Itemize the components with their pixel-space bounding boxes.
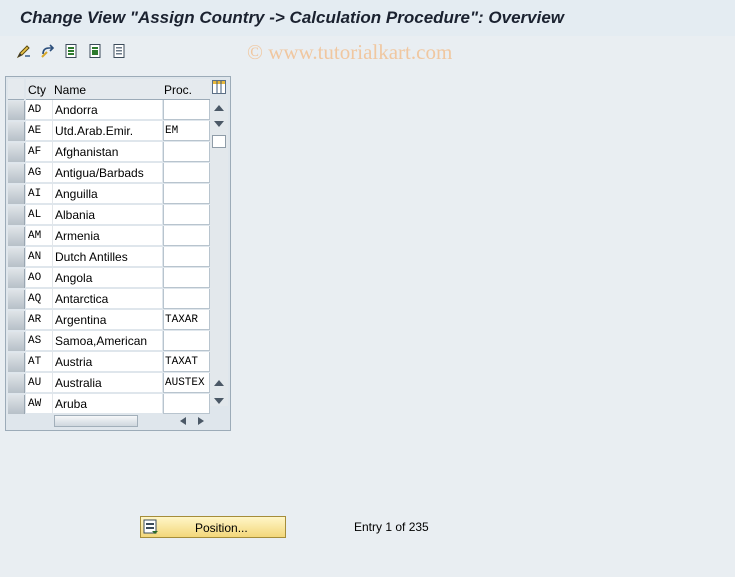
row-selector[interactable]	[8, 353, 25, 372]
scroll-down-icon[interactable]	[214, 121, 224, 127]
cell-cty: AD	[26, 100, 52, 120]
column-header-cty[interactable]: Cty	[26, 79, 52, 100]
cell-proc-input[interactable]	[163, 100, 210, 120]
row-selector[interactable]	[8, 185, 25, 204]
page-title: Change View "Assign Country -> Calculati…	[20, 8, 565, 27]
deselect-all-icon[interactable]	[111, 42, 129, 60]
cell-cty: AQ	[26, 289, 52, 309]
row-selector[interactable]	[8, 248, 25, 267]
cell-proc-input[interactable]: AUSTEX	[163, 373, 210, 393]
cell-name: Samoa,American	[52, 331, 162, 351]
row-selector[interactable]	[8, 269, 25, 288]
select-block-icon[interactable]	[87, 42, 105, 60]
cell-name: Andorra	[52, 100, 162, 120]
cell-name: Albania	[52, 205, 162, 225]
cell-name: Utd.Arab.Emir.	[52, 121, 162, 141]
entry-counter: Entry 1 of 235	[354, 520, 429, 534]
scroll-right-icon[interactable]	[198, 417, 204, 425]
select-all-rows-header[interactable]	[8, 79, 24, 100]
cell-name: Australia	[52, 373, 162, 393]
page-up-icon[interactable]	[214, 380, 224, 386]
cell-proc-input[interactable]	[163, 289, 210, 309]
cell-cty: AM	[26, 226, 52, 246]
edit-pencil-icon[interactable]	[15, 42, 33, 60]
row-selector[interactable]	[8, 374, 25, 393]
cell-proc-input[interactable]	[163, 247, 210, 267]
cell-proc-input[interactable]	[163, 268, 210, 288]
row-selector[interactable]	[8, 164, 25, 183]
table-body: AD Andorra AE Utd.Arab.Emir. EM AF Afgha…	[6, 100, 210, 414]
row-selector[interactable]	[8, 143, 25, 162]
row-selector[interactable]	[8, 122, 25, 141]
cell-cty: AO	[26, 268, 52, 288]
cell-cty: AI	[26, 184, 52, 204]
cell-proc-input[interactable]	[163, 184, 210, 204]
cell-proc-input[interactable]: EM	[163, 121, 210, 141]
cell-cty: AT	[26, 352, 52, 372]
cell-name: Austria	[52, 352, 162, 372]
column-header-cty-label: Cty	[28, 83, 46, 97]
horizontal-scroll-thumb[interactable]	[54, 415, 138, 427]
row-selector[interactable]	[8, 395, 25, 414]
row-selector[interactable]	[8, 206, 25, 225]
column-header-name[interactable]: Name	[52, 79, 162, 100]
column-header-name-label: Name	[54, 83, 87, 97]
cell-proc-input[interactable]	[163, 331, 210, 351]
position-button-label: Position...	[195, 521, 248, 535]
table-settings-icon[interactable]	[212, 80, 226, 94]
country-procedure-table: Cty Name Proc. AD Andorra AE Utd.Arab.Em…	[5, 76, 231, 431]
vertical-scrollbar[interactable]	[210, 100, 228, 406]
position-button[interactable]: Position...	[140, 516, 286, 538]
scroll-left-icon[interactable]	[180, 417, 186, 425]
page-down-icon[interactable]	[214, 398, 224, 404]
cell-name: Afghanistan	[52, 142, 162, 162]
cell-proc-input[interactable]	[163, 163, 210, 183]
cell-cty: AU	[26, 373, 52, 393]
scroll-thumb[interactable]	[212, 135, 226, 148]
cell-cty: AR	[26, 310, 52, 330]
position-icon	[143, 519, 159, 535]
cell-cty: AN	[26, 247, 52, 267]
horizontal-scrollbar[interactable]	[52, 413, 212, 429]
cell-cty: AS	[26, 331, 52, 351]
cell-name: Antigua/Barbads	[52, 163, 162, 183]
cell-proc-input[interactable]	[163, 226, 210, 246]
row-selector[interactable]	[8, 290, 25, 309]
cell-name: Antarctica	[52, 289, 162, 309]
cell-name: Anguilla	[52, 184, 162, 204]
cell-cty: AL	[26, 205, 52, 225]
row-selector[interactable]	[8, 332, 25, 351]
scroll-up-icon[interactable]	[214, 105, 224, 111]
row-selector[interactable]	[8, 227, 25, 246]
cell-name: Dutch Antilles	[52, 247, 162, 267]
watermark: © www.tutorialkart.com	[247, 40, 453, 64]
cell-name: Argentina	[52, 310, 162, 330]
cell-proc-input[interactable]	[163, 142, 210, 162]
cell-cty: AE	[26, 121, 52, 141]
cell-name: Aruba	[52, 394, 162, 414]
undo-icon[interactable]	[39, 42, 57, 60]
cell-name: Angola	[52, 268, 162, 288]
cell-name: Armenia	[52, 226, 162, 246]
cell-proc-input[interactable]	[163, 394, 210, 414]
row-selector[interactable]	[8, 311, 25, 330]
cell-cty: AW	[26, 394, 52, 414]
row-selector[interactable]	[8, 101, 25, 120]
cell-proc-input[interactable]: TAXAR	[163, 310, 210, 330]
cell-cty: AF	[26, 142, 52, 162]
cell-cty: AG	[26, 163, 52, 183]
cell-proc-input[interactable]: TAXAT	[163, 352, 210, 372]
column-header-proc[interactable]: Proc.	[162, 79, 210, 100]
column-header-proc-label: Proc.	[164, 83, 193, 97]
cell-proc-input[interactable]	[163, 205, 210, 225]
title-bar: Change View "Assign Country -> Calculati…	[0, 0, 735, 36]
select-all-icon[interactable]	[63, 42, 81, 60]
